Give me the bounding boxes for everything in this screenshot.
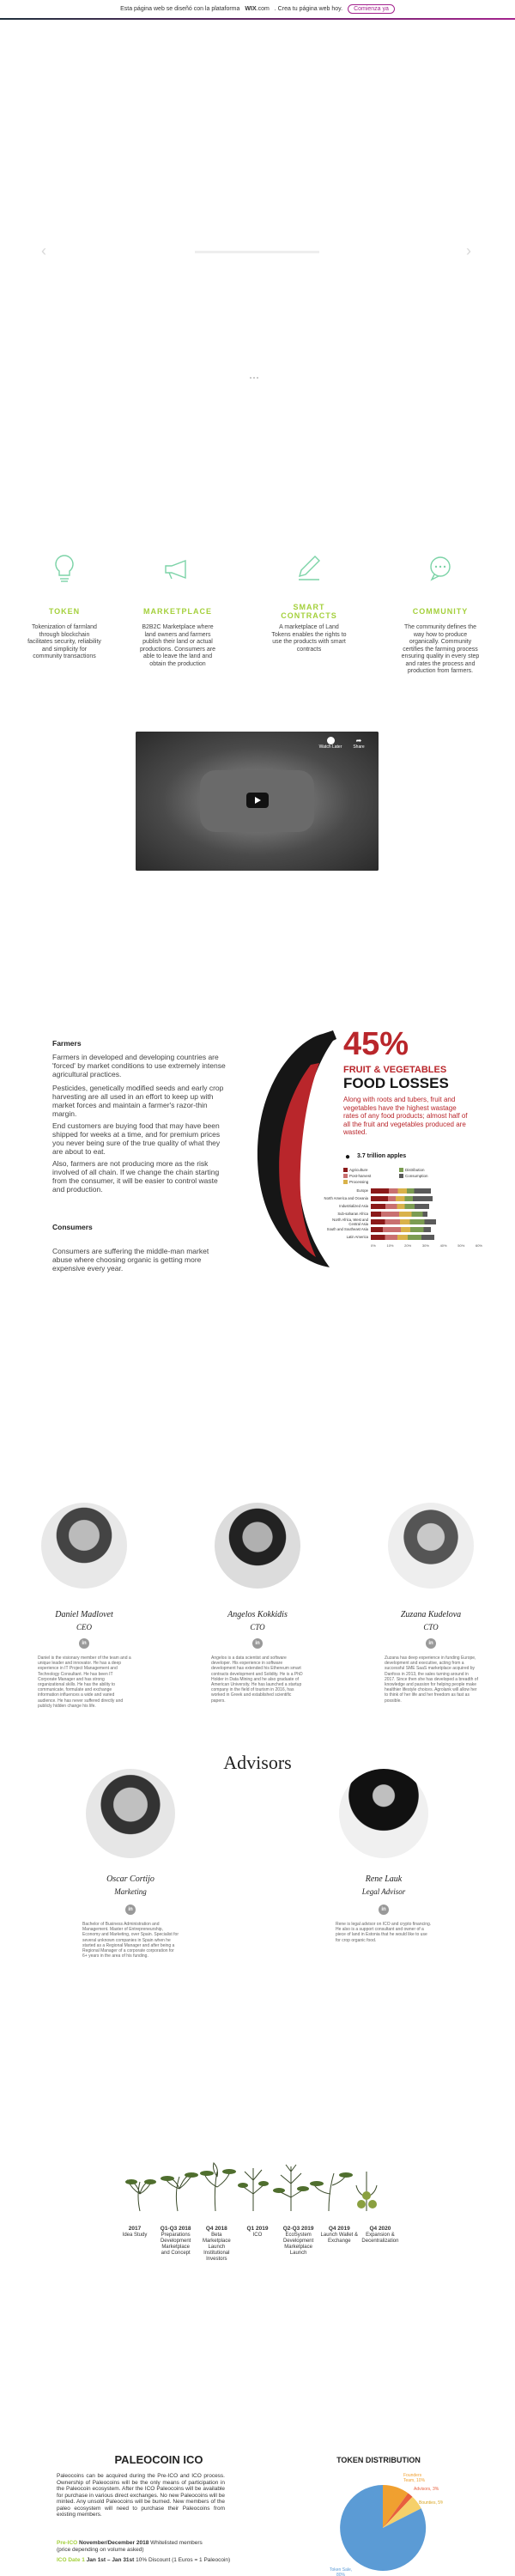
feature-text-community: The community defines the way how to pro… (401, 624, 480, 674)
wix-banner: Esta página web se diseñó con la platafo… (0, 0, 515, 20)
advisor-name-rene: Rene Lauk (365, 1874, 403, 1884)
wix-banner-stripe (0, 18, 515, 20)
feature-title-community: COMMUNITY (412, 607, 469, 616)
pencil-icon (298, 556, 320, 580)
linkedin-icon[interactable]: in (426, 1638, 436, 1649)
infographic-subtext: Along with roots and tubers, fruit and v… (343, 1096, 468, 1136)
advisors-heading: Advisors (223, 1752, 292, 1773)
team-bio-daniel: Daniel is the visionary member of the te… (38, 1656, 131, 1709)
wix-logo[interactable]: WIX.com (245, 6, 269, 12)
lightbulb-icon (55, 555, 74, 582)
roadmap-plant-illustration (125, 2162, 378, 2212)
roadmap-step: Q1-Q3 2018 Preparations Development Marke… (160, 2226, 191, 2256)
loss-percent: 45% (343, 1026, 409, 1062)
chat-icon (430, 556, 451, 581)
infographic-headline-1: FRUIT & VEGETABLES (343, 1065, 447, 1075)
food-losses-infographic: 45% FRUIT & VEGETABLES FOOD LOSSES Along… (247, 1024, 484, 1311)
avatar-angelos (215, 1503, 300, 1589)
farmers-paragraph-3: End customers are buying food that may h… (52, 1121, 221, 1156)
apples-stat: 3.7 trillion apples (357, 1153, 407, 1159)
svg-text:Advisors, 3%: Advisors, 3% (414, 2487, 439, 2492)
watch-later-button[interactable]: Watch Later (318, 737, 343, 750)
roadmap-timeline: 2017 Idea Study Q1-Q3 2018 Preparations De… (116, 2226, 399, 2263)
feature-text-marketplace: B2B2C Marketplace where land owners and … (140, 624, 215, 667)
svg-text:Bounties, 5%: Bounties, 5% (419, 2500, 443, 2506)
slider-dots[interactable] (249, 368, 259, 383)
roadmap-step: Q4 2019 Launch Wallet & Exchange (320, 2226, 359, 2244)
video-play-button[interactable] (246, 793, 269, 808)
avatar-daniel (41, 1503, 127, 1589)
avatar-zuzana (388, 1503, 474, 1589)
roadmap-step: Q2-Q3 2019 EcoSystem Development Marketpl… (282, 2226, 314, 2256)
advisor-role-oscar: Marketing (114, 1887, 147, 1896)
feature-title-smart-contracts: SMART CONTRACTS (281, 603, 337, 620)
avatar-rene (339, 1769, 428, 1858)
farmers-paragraph-1: Farmers in developed and developing coun… (52, 1053, 226, 1078)
consumers-heading: Consumers (52, 1223, 93, 1231)
share-button[interactable]: ➦ Share (348, 737, 370, 750)
slider-progress-track (195, 251, 319, 253)
roadmap-step: Q4 2020 Expansion & Decentralization (361, 2226, 399, 2244)
advisor-name-oscar: Oscar Cortijo (106, 1874, 154, 1884)
ico-title: PALEOCOIN ICO (114, 2453, 203, 2466)
ico-description: Paleocoins can be acquired during the Pr… (57, 2473, 225, 2518)
region-row: South and Southeast Asia (321, 1225, 484, 1233)
region-row: Latin America (321, 1233, 484, 1241)
region-loss-bars: Europe North America and Oceania Industr… (321, 1187, 484, 1241)
linkedin-icon[interactable]: in (79, 1638, 89, 1649)
feature-title-marketplace: MARKETPLACE (143, 607, 212, 616)
wix-banner-text-after: . Crea tu página web hoy. (274, 6, 343, 12)
team-role-zuzana: CTO (423, 1623, 439, 1631)
token-distribution-title: TOKEN DISTRIBUTION (336, 2456, 421, 2464)
region-row: Industrialized Asia (321, 1202, 484, 1210)
consumers-text: Consumers are suffering the middle-man m… (52, 1247, 209, 1273)
team-name-zuzana: Zuzana Kudelova (400, 1610, 462, 1619)
region-row: North Africa, West and Central Asia (321, 1218, 484, 1226)
ico-date-info: ICO Date 1 Jan 1st – Jan 31st 10% Discou… (57, 2557, 231, 2563)
team-role-angelos: CTO (250, 1623, 265, 1631)
team-name-angelos: Angelos Kokkidis (227, 1610, 288, 1619)
presale-info: Pre-ICO November/December 2018 Whitelist… (57, 2540, 203, 2553)
intro-video[interactable]: Watch Later ➦ Share (136, 732, 379, 871)
advisor-role-rene: Legal Advisor (361, 1887, 406, 1896)
wix-banner-text: Esta página web se diseñó con la platafo… (120, 6, 240, 12)
feature-title-token: TOKEN (48, 607, 81, 616)
team-role-daniel: CEO (76, 1623, 92, 1631)
apple-icon: ● (345, 1152, 351, 1162)
roadmap-step: Q1 2019 ICO (246, 2226, 269, 2238)
farmers-paragraph-4: Also, farmers are not producing more as … (52, 1159, 220, 1194)
advisor-bio-rene: Rene is legal advisor on ICO and crypto … (336, 1922, 432, 1943)
chart-axis: 0% 10% 20% 30% 40% 50% 60% (371, 1243, 482, 1248)
token-distribution-pie: Founders Team, 10% Advisors, 3% Bounties… (330, 2473, 443, 2576)
svg-text:Team, 10%: Team, 10% (403, 2478, 426, 2483)
chart-legend: Agriculture Distribution Post-harvest Co… (343, 1168, 472, 1184)
advisor-bio-oscar: Bachelor of Business Administration and … (82, 1922, 179, 1959)
slider-next-arrow[interactable]: › (466, 242, 471, 260)
feature-text-smart-contracts: A marketplace of Land Tokens enables the… (271, 624, 347, 653)
linkedin-icon[interactable]: in (125, 1905, 136, 1915)
megaphone-icon (165, 559, 186, 580)
start-now-button[interactable]: Comienza ya (348, 4, 395, 14)
feature-text-token: Tokenization of farmland through blockch… (27, 624, 101, 659)
farmers-paragraph-2: Pesticides, genetically modified seeds a… (52, 1084, 224, 1118)
avatar-oscar (86, 1769, 175, 1858)
linkedin-icon[interactable]: in (379, 1905, 389, 1915)
features-section: TOKEN Tokenization of farmland through b… (27, 554, 481, 708)
team-name-daniel: Daniel Madlovet (55, 1610, 113, 1619)
linkedin-icon[interactable]: in (252, 1638, 263, 1649)
infographic-headline-2: FOOD LOSSES (343, 1075, 449, 1091)
roadmap-step: 2017 Idea Study (122, 2226, 148, 2238)
slider-prev-arrow[interactable]: ‹ (41, 242, 46, 260)
roadmap-step: Q4 2018 Beta Marketplace Launch Instituti… (202, 2226, 231, 2262)
farmers-heading: Farmers (52, 1039, 82, 1048)
team-bio-zuzana: Zuzana has deep experience in funding Eu… (385, 1656, 478, 1704)
region-row: Europe (321, 1187, 484, 1194)
svg-text:80%: 80% (336, 2573, 346, 2576)
region-row: North America and Oceania (321, 1194, 484, 1202)
team-bio-angelos: Angelos is a data scientist and software… (211, 1656, 303, 1704)
